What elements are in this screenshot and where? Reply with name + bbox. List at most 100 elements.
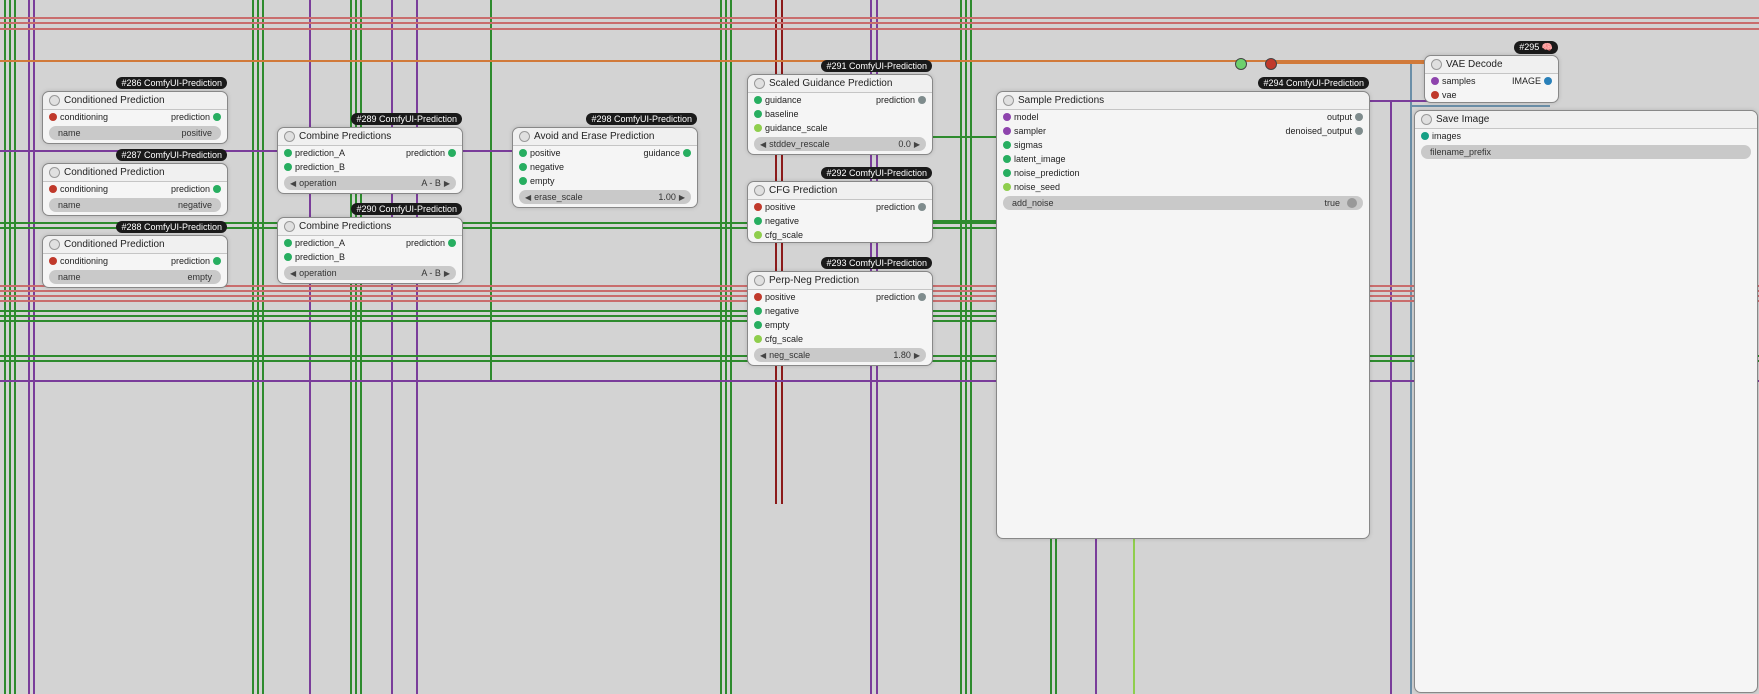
- node-save-image[interactable]: Save Image images filename_prefix: [1414, 110, 1758, 693]
- port-output[interactable]: [1355, 113, 1363, 121]
- collapse-toggle-icon[interactable]: [284, 221, 295, 232]
- node-title[interactable]: VAE Decode: [1425, 56, 1558, 74]
- port-input[interactable]: [519, 163, 527, 171]
- widget-erase-scale[interactable]: ◀erase_scale1.00▶: [519, 190, 691, 204]
- node-title[interactable]: Perp-Neg Prediction: [748, 272, 932, 290]
- chevron-right-icon[interactable]: ▶: [444, 269, 450, 278]
- port-output[interactable]: [213, 113, 221, 121]
- node-title[interactable]: Conditioned Prediction: [43, 164, 227, 182]
- port-output[interactable]: [448, 149, 456, 157]
- port-input[interactable]: [754, 335, 762, 343]
- port-input[interactable]: [754, 203, 762, 211]
- chevron-right-icon[interactable]: ▶: [444, 179, 450, 188]
- chevron-right-icon[interactable]: ▶: [914, 140, 920, 149]
- node-title[interactable]: Combine Predictions: [278, 128, 462, 146]
- widget-filename-prefix[interactable]: filename_prefix: [1421, 145, 1751, 159]
- node-perp-neg-293[interactable]: #293 ComfyUI-Prediction Perp-Neg Predict…: [747, 271, 933, 366]
- node-avoid-erase-298[interactable]: #298 ComfyUI-Prediction Avoid and Erase …: [512, 127, 698, 208]
- reroute-dot[interactable]: [1265, 58, 1277, 70]
- port-output[interactable]: [213, 257, 221, 265]
- widget-operation[interactable]: ◀operationA - B▶: [284, 176, 456, 190]
- port-input[interactable]: [1431, 77, 1439, 85]
- wire: [0, 22, 1759, 24]
- collapse-toggle-icon[interactable]: [754, 78, 765, 89]
- port-input[interactable]: [1003, 155, 1011, 163]
- widget-neg-scale[interactable]: ◀neg_scale1.80▶: [754, 348, 926, 362]
- port-input[interactable]: [754, 321, 762, 329]
- port-input[interactable]: [284, 239, 292, 247]
- node-graph-canvas[interactable]: #286 ComfyUI-Prediction Conditioned Pred…: [0, 0, 1759, 694]
- port-output[interactable]: [1355, 127, 1363, 135]
- port-label: images: [1432, 131, 1461, 141]
- node-title[interactable]: Conditioned Prediction: [43, 92, 227, 110]
- collapse-toggle-icon[interactable]: [754, 275, 765, 286]
- collapse-toggle-icon[interactable]: [49, 167, 60, 178]
- collapse-toggle-icon[interactable]: [1421, 114, 1432, 125]
- port-input[interactable]: [1431, 91, 1439, 99]
- collapse-toggle-icon[interactable]: [1003, 95, 1014, 106]
- node-conditioned-prediction-287[interactable]: #287 ComfyUI-Prediction Conditioned Pred…: [42, 163, 228, 216]
- port-input[interactable]: [49, 185, 57, 193]
- port-input[interactable]: [1003, 169, 1011, 177]
- node-title[interactable]: Save Image: [1415, 111, 1757, 129]
- port-input[interactable]: [284, 253, 292, 261]
- node-scaled-guidance-291[interactable]: #291 ComfyUI-Prediction Scaled Guidance …: [747, 74, 933, 155]
- widget-operation[interactable]: ◀operationA - B▶: [284, 266, 456, 280]
- collapse-toggle-icon[interactable]: [754, 185, 765, 196]
- port-input[interactable]: [519, 177, 527, 185]
- collapse-toggle-icon[interactable]: [49, 95, 60, 106]
- port-input[interactable]: [1003, 127, 1011, 135]
- widget-name[interactable]: namenegative: [49, 198, 221, 212]
- node-vae-decode-295[interactable]: #295 🧠 VAE Decode samplesIMAGE vae: [1424, 55, 1559, 103]
- port-output[interactable]: [918, 96, 926, 104]
- widget-name[interactable]: nameempty: [49, 270, 221, 284]
- reroute-dot[interactable]: [1235, 58, 1247, 70]
- node-title[interactable]: Scaled Guidance Prediction: [748, 75, 932, 93]
- node-cfg-prediction-292[interactable]: #292 ComfyUI-Prediction CFG Prediction p…: [747, 181, 933, 243]
- port-output[interactable]: [918, 203, 926, 211]
- node-title[interactable]: Avoid and Erase Prediction: [513, 128, 697, 146]
- port-output[interactable]: [448, 239, 456, 247]
- port-output[interactable]: [683, 149, 691, 157]
- wire: [0, 17, 1759, 19]
- node-conditioned-prediction-286[interactable]: #286 ComfyUI-Prediction Conditioned Pred…: [42, 91, 228, 144]
- toggle-icon[interactable]: [1347, 198, 1357, 208]
- port-input[interactable]: [284, 149, 292, 157]
- port-input[interactable]: [49, 113, 57, 121]
- chevron-right-icon[interactable]: ▶: [679, 193, 685, 202]
- port-input[interactable]: [754, 124, 762, 132]
- wire: [355, 0, 357, 694]
- port-input[interactable]: [754, 110, 762, 118]
- node-title[interactable]: Combine Predictions: [278, 218, 462, 236]
- node-title[interactable]: CFG Prediction: [748, 182, 932, 200]
- port-input[interactable]: [754, 307, 762, 315]
- node-combine-predictions-290[interactable]: #290 ComfyUI-Prediction Combine Predicti…: [277, 217, 463, 284]
- port-output[interactable]: [1544, 77, 1552, 85]
- collapse-toggle-icon[interactable]: [49, 239, 60, 250]
- collapse-toggle-icon[interactable]: [284, 131, 295, 142]
- port-input[interactable]: [1421, 132, 1429, 140]
- port-input[interactable]: [1003, 113, 1011, 121]
- node-title[interactable]: Conditioned Prediction: [43, 236, 227, 254]
- node-sample-predictions-294[interactable]: #294 ComfyUI-Prediction Sample Predictio…: [996, 91, 1370, 539]
- port-output[interactable]: [918, 293, 926, 301]
- widget-name[interactable]: namepositive: [49, 126, 221, 140]
- port-output[interactable]: [213, 185, 221, 193]
- port-input[interactable]: [754, 96, 762, 104]
- node-title[interactable]: Sample Predictions: [997, 92, 1369, 110]
- port-input[interactable]: [49, 257, 57, 265]
- port-input[interactable]: [754, 217, 762, 225]
- port-input[interactable]: [754, 231, 762, 239]
- collapse-toggle-icon[interactable]: [519, 131, 530, 142]
- collapse-toggle-icon[interactable]: [1431, 59, 1442, 70]
- node-combine-predictions-289[interactable]: #289 ComfyUI-Prediction Combine Predicti…: [277, 127, 463, 194]
- port-input[interactable]: [284, 163, 292, 171]
- port-input[interactable]: [1003, 183, 1011, 191]
- widget-add-noise[interactable]: add_noisetrue: [1003, 196, 1363, 210]
- port-input[interactable]: [519, 149, 527, 157]
- port-input[interactable]: [1003, 141, 1011, 149]
- node-conditioned-prediction-288[interactable]: #288 ComfyUI-Prediction Conditioned Pred…: [42, 235, 228, 288]
- widget-stddev-rescale[interactable]: ◀stddev_rescale0.0▶: [754, 137, 926, 151]
- port-input[interactable]: [754, 293, 762, 301]
- chevron-right-icon[interactable]: ▶: [914, 351, 920, 360]
